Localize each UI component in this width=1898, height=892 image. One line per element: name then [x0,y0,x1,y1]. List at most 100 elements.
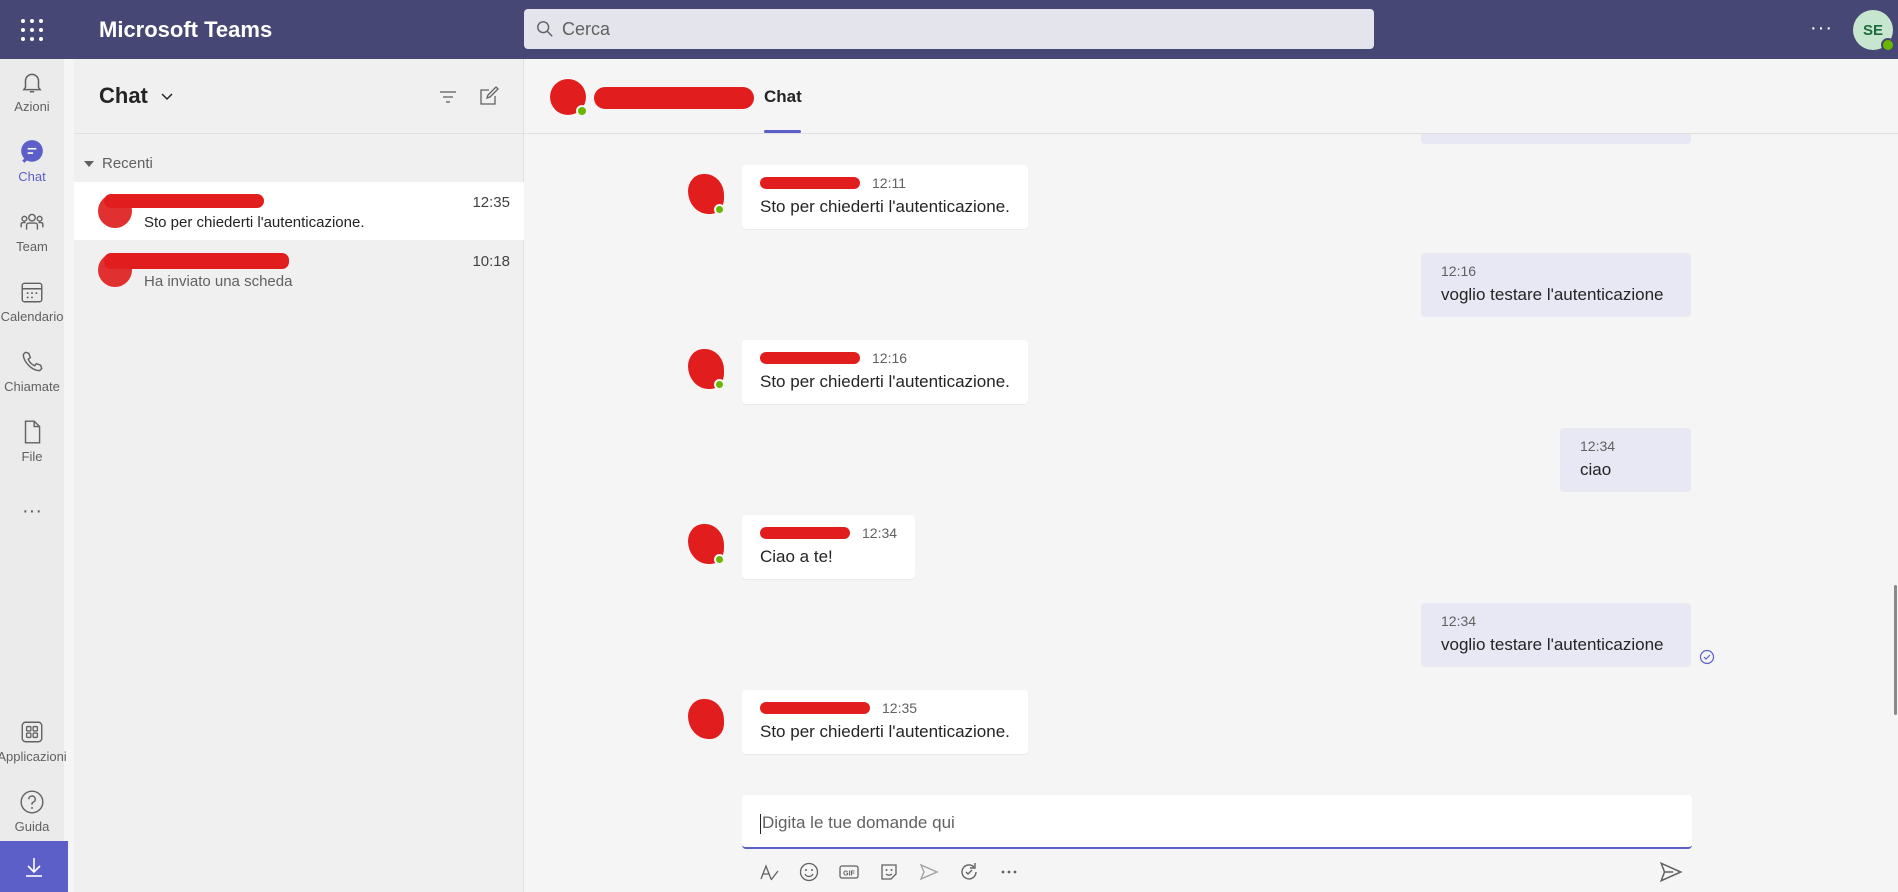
more-options-button[interactable] [996,859,1022,885]
format-icon [760,864,779,881]
apps-icon [21,721,43,742]
rail-item-label: File [21,448,43,464]
search-input[interactable]: Cerca [524,9,1374,49]
download-button[interactable] [0,841,68,892]
redacted-contact-name [104,194,264,208]
rail-item-chat[interactable]: Chat [0,129,64,193]
emoji-button[interactable] [796,859,822,885]
previous-message-bubble [1421,134,1691,144]
message-time: 12:11 [872,175,906,191]
waffle-icon [21,18,43,41]
redacted-contact-name [104,253,289,269]
send-icon[interactable] [1658,859,1684,885]
presence-available-icon [1881,38,1895,52]
top-bar: Microsoft Teams Cerca ··· SE [0,0,1898,59]
text-caret [760,813,761,834]
rail-item-more[interactable]: ··· [0,479,64,543]
rail-item-label: Guida [14,818,50,834]
filter-icon[interactable] [438,87,458,107]
sticker-button[interactable] [876,859,902,885]
user-initials: SE [1862,21,1883,39]
sender-avatar [684,347,728,391]
app-launcher-button[interactable] [0,0,64,59]
redacted-sender-name [760,702,870,714]
redacted-sender-name [760,177,860,189]
chat-time: 12:35 [472,194,510,211]
rail-item-guida[interactable]: Guida [0,779,64,843]
chat-list-header: Chat [74,59,523,134]
chevron-down-icon[interactable] [160,89,174,103]
message-sent[interactable]: 12:34 voglio testare l'autenticazione [1421,603,1691,667]
rail-item-label: Chat [18,168,46,184]
message-received[interactable]: 12:16 Sto per chiederti l'autenticazione… [742,340,1028,404]
tab-chat[interactable]: Chat [764,87,802,107]
emoji-icon [799,862,819,882]
schedule-meeting-button[interactable] [916,859,942,885]
message-sent[interactable]: 12:16 voglio testare l'autenticazione [1421,253,1691,317]
download-icon [26,857,42,877]
settings-more-button[interactable]: ··· [1810,17,1833,40]
search-placeholder: Cerca [562,18,611,39]
chat-time: 10:18 [472,253,510,270]
rail-item-label: Team [16,238,48,254]
chat-list-title: Chat [99,83,148,108]
message-received[interactable]: 12:34 Ciao a te! [742,515,916,579]
message-text: ciao [1580,460,1612,479]
loop-button[interactable] [956,859,982,885]
redacted-contact-name [594,87,754,109]
presence-available-icon [576,105,588,117]
message-text: Ciao a te! [760,547,833,566]
svg-text:GIF: GIF [843,871,855,878]
bell-icon [22,73,42,93]
message-text: voglio testare l'autenticazione [1441,635,1664,654]
help-icon [20,789,44,814]
rail-item-azioni[interactable]: Azioni [0,59,64,123]
sender-avatar [684,697,728,741]
calendar-icon [21,282,43,302]
search-icon [537,21,553,37]
compose-input[interactable]: Digita le tue domande qui [742,795,1692,849]
more-icon [1001,870,1017,874]
new-chat-icon[interactable] [478,85,500,107]
message-sent[interactable]: 12:34 ciao [1560,428,1691,492]
sticker-icon [881,864,897,880]
section-label: Recenti [102,155,153,172]
refresh-icon [961,863,977,880]
read-receipt-icon [1699,649,1715,665]
message-time: 12:34 [1580,438,1616,454]
chat-list-pane: Chat Recenti Sto per chiederti l'autenti… [74,59,524,892]
sender-avatar [684,522,728,566]
redacted-sender-name [760,352,860,364]
sender-avatar [684,172,728,216]
chat-list-item[interactable]: Ha inviato una scheda 10:18 [74,241,524,299]
scrollbar-thumb[interactable] [1894,585,1897,715]
rail-item-team[interactable]: Team [0,199,64,263]
chat-list-item[interactable]: Sto per chiederti l'autenticazione. 12:3… [74,182,524,240]
compose-placeholder: Digita le tue domande qui [762,813,955,832]
message-time: 12:35 [882,700,918,716]
rail-item-applicazioni[interactable]: Applicazioni [0,709,67,773]
message-time: 12:16 [1441,263,1477,279]
rail-item-calendario[interactable]: Calendario [0,269,64,333]
user-avatar[interactable]: SE [1853,10,1895,52]
message-text: voglio testare l'autenticazione [1441,285,1664,304]
rail-item-label: Chiamate [4,378,60,394]
chat-area: Chat 12:11 Sto per chiederti l'autentica… [524,59,1898,892]
message-text: Sto per chiederti l'autenticazione. [760,372,1010,391]
gif-button[interactable]: GIF [836,859,862,885]
rail-item-chiamate[interactable]: Chiamate [0,339,64,403]
format-button[interactable] [756,859,782,885]
message-time: 12:34 [862,525,898,541]
message-received[interactable]: 12:35 Sto per chiederti l'autenticazione… [742,690,1028,754]
app-rail: Azioni Chat Team Calendario Chiamate Fil… [0,59,68,892]
compose-toolbar: GIF [756,859,1022,885]
rail-item-label: Azioni [14,98,50,114]
collapse-triangle-icon [84,160,94,167]
send-arrow-icon [919,863,939,881]
chat-preview: Sto per chiederti l'autenticazione. [144,214,365,231]
rail-item-file[interactable]: File [0,409,64,473]
rail-item-label: Applicazioni [0,748,67,764]
message-received[interactable]: 12:11 Sto per chiederti l'autenticazione… [742,165,1028,229]
recent-section-header[interactable]: Recenti [84,155,153,172]
phone-icon [22,350,43,371]
